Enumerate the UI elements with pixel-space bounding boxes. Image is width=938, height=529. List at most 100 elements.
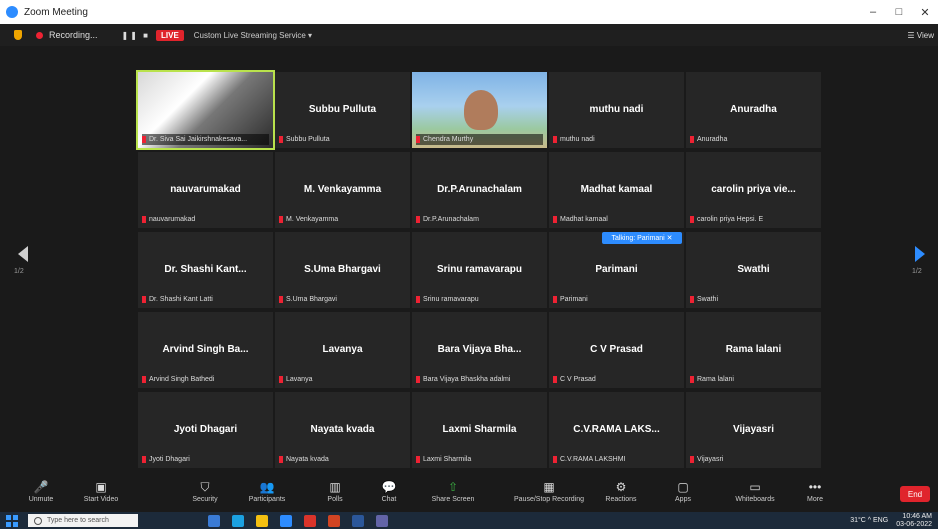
participant-tile[interactable]: carolin priya vie... carolin priya Hepsi.… [686, 152, 821, 228]
participant-tile[interactable]: Subbu Pulluta Subbu Pulluta [275, 72, 410, 148]
muted-mic-icon [416, 216, 420, 223]
toolbar-button[interactable]: ⚙ Reactions [592, 480, 650, 510]
teams-icon[interactable] [376, 514, 388, 527]
participant-tile[interactable]: Dr. Shashi Kant... Dr. Shashi Kant Latti [138, 232, 273, 308]
previous-page-arrow-icon[interactable] [18, 246, 28, 262]
participant-label: Subbu Pulluta [279, 134, 406, 145]
word-icon[interactable] [352, 514, 364, 527]
participant-tile[interactable]: S.Uma Bhargavi S.Uma Bhargavi [275, 232, 410, 308]
next-page-arrow-icon[interactable] [915, 246, 925, 262]
participant-tile[interactable]: Lavanya Lavanya [275, 312, 410, 388]
toolbar-button[interactable]: 💬 Chat [360, 480, 418, 510]
participant-tile[interactable]: Chendra Murthy [412, 72, 547, 148]
participant-tile[interactable]: C V Prasad C V Prasad [549, 312, 684, 388]
toolbar-icon: 🎤 [33, 480, 49, 494]
toolbar-icon: ⛉ [200, 480, 210, 494]
toolbar-button[interactable]: ▢ Apps [654, 480, 712, 510]
muted-mic-icon [690, 456, 694, 463]
edge-icon[interactable] [232, 514, 244, 527]
tray-status[interactable]: 31°C ^ ENG [850, 517, 888, 524]
participant-label: Arvind Singh Bathedi [142, 374, 269, 385]
participant-label-text: S.Uma Bhargavi [286, 296, 337, 303]
live-badge: LIVE [156, 29, 184, 41]
recording-status: Recording... [49, 30, 98, 40]
toolbar-icon: ••• [808, 480, 822, 494]
participant-name: Jyoti Dhagari [173, 424, 238, 435]
toolbar-button[interactable]: ▣ Start Video [72, 480, 130, 510]
participant-label-text: C.V.RAMA LAKSHMI [560, 456, 626, 463]
toolbar-button[interactable]: ▥ Polls [306, 480, 364, 510]
task-view-icon[interactable] [208, 514, 220, 527]
participant-tile[interactable]: Jyoti Dhagari Jyoti Dhagari [138, 392, 273, 468]
participant-tile[interactable]: Madhat kamaal Madhat kamaal [549, 152, 684, 228]
zoom-taskbar-icon[interactable] [280, 514, 292, 527]
participant-label-text: nauvarumakad [149, 216, 196, 223]
shield-icon[interactable] [14, 30, 22, 40]
toolbar-button[interactable]: 👥 Participants [238, 480, 296, 510]
maximize-button[interactable]: □ [886, 0, 912, 24]
window-titlebar: Zoom Meeting – □ ✕ [0, 0, 938, 24]
toolbar-button[interactable]: ⛉ Security [176, 480, 234, 510]
toolbar-label: Polls [327, 496, 343, 503]
file-explorer-icon[interactable] [256, 514, 268, 527]
muted-mic-icon [416, 136, 420, 143]
end-meeting-button[interactable]: End [900, 486, 930, 502]
participant-tile[interactable]: Arvind Singh Ba... Arvind Singh Bathedi [138, 312, 273, 388]
view-button[interactable]: ☰ View [907, 31, 934, 40]
participant-label-text: C V Prasad [560, 376, 596, 383]
participant-tile[interactable]: Anuradha Anuradha [686, 72, 821, 148]
participant-name: nauvarumakad [170, 184, 241, 195]
participant-name: Nayata kvada [310, 424, 375, 435]
muted-mic-icon [553, 376, 557, 383]
participant-tile[interactable]: Dr.P.Arunachalam Dr.P.Arunachalam [412, 152, 547, 228]
participant-tile[interactable]: muthu nadi muthu nadi [549, 72, 684, 148]
search-icon [34, 516, 42, 525]
participant-tile[interactable]: Vijayasri Vijayasri [686, 392, 821, 468]
participant-tile[interactable]: M. Venkayamma M. Venkayamma [275, 152, 410, 228]
muted-mic-icon [553, 296, 557, 303]
toolbar-label: Start Video [83, 496, 119, 503]
stream-dropdown[interactable]: Custom Live Streaming Service ▾ [194, 31, 312, 40]
participant-label: carolin priya Hepsi. E [690, 214, 817, 225]
muted-mic-icon [142, 296, 146, 303]
participant-name: muthu nadi [589, 104, 644, 115]
participant-tile[interactable]: C.V.RAMA LAKS... C.V.RAMA LAKSHMI [549, 392, 684, 468]
taskbar-search-box[interactable]: Type here to search [28, 514, 138, 527]
participant-tile[interactable]: Rama lalani Rama lalani [686, 312, 821, 388]
recording-pause-stop-controls[interactable]: ❚❚ ■ [122, 31, 150, 40]
toolbar-button[interactable]: ▭ Whiteboards [726, 480, 784, 510]
toolbar-label: Reactions [605, 496, 637, 503]
toolbar-button[interactable]: ▦ Pause/Stop Recording [514, 480, 584, 510]
powerpoint-icon[interactable] [328, 514, 340, 527]
toolbar-button[interactable]: ⇧ Share Screen [424, 480, 482, 510]
muted-mic-icon [416, 456, 420, 463]
chrome-icon[interactable] [304, 514, 316, 527]
minimize-button[interactable]: – [860, 0, 886, 24]
participant-tile[interactable]: nauvarumakad nauvarumakad [138, 152, 273, 228]
participant-tile[interactable]: Bara Vijaya Bha... Bara Vijaya Bhaskha ad… [412, 312, 547, 388]
toolbar-button[interactable]: ••• More [786, 480, 844, 510]
clock[interactable]: 10:46 AM 03-06-2022 [896, 513, 932, 529]
participant-tile[interactable]: Dr. Siva Sai Jaikirshnakesava... [136, 70, 275, 150]
talking-indicator: Talking: Parimani ✕ [602, 232, 682, 244]
participant-tile[interactable]: Laxmi Sharmila Laxmi Sharmila [412, 392, 547, 468]
participant-name: C.V.RAMA LAKS... [573, 424, 660, 435]
participant-name: Anuradha [730, 104, 777, 115]
participant-tile[interactable]: Swathi Swathi [686, 232, 821, 308]
participant-label: Dr. Siva Sai Jaikirshnakesava... [142, 134, 269, 145]
participant-label-text: Parimani [560, 296, 588, 303]
windows-start-icon[interactable] [6, 514, 18, 527]
participant-name: carolin priya vie... [711, 184, 796, 195]
taskbar-apps [208, 514, 400, 527]
muted-mic-icon [690, 296, 694, 303]
toolbar-button[interactable]: 🎤 Unmute [12, 480, 70, 510]
muted-mic-icon [553, 456, 557, 463]
participant-tile[interactable]: Nayata kvada Nayata kvada [275, 392, 410, 468]
participant-label-text: Lavanya [286, 376, 313, 383]
muted-mic-icon [142, 136, 146, 143]
participant-label: Parimani [553, 294, 680, 305]
participant-tile[interactable]: Srinu ramavarapu Srinu ramavarapu [412, 232, 547, 308]
participant-name: C V Prasad [590, 344, 643, 355]
close-button[interactable]: ✕ [912, 0, 938, 24]
participant-label-text: Dr. Siva Sai Jaikirshnakesava... [149, 136, 248, 143]
